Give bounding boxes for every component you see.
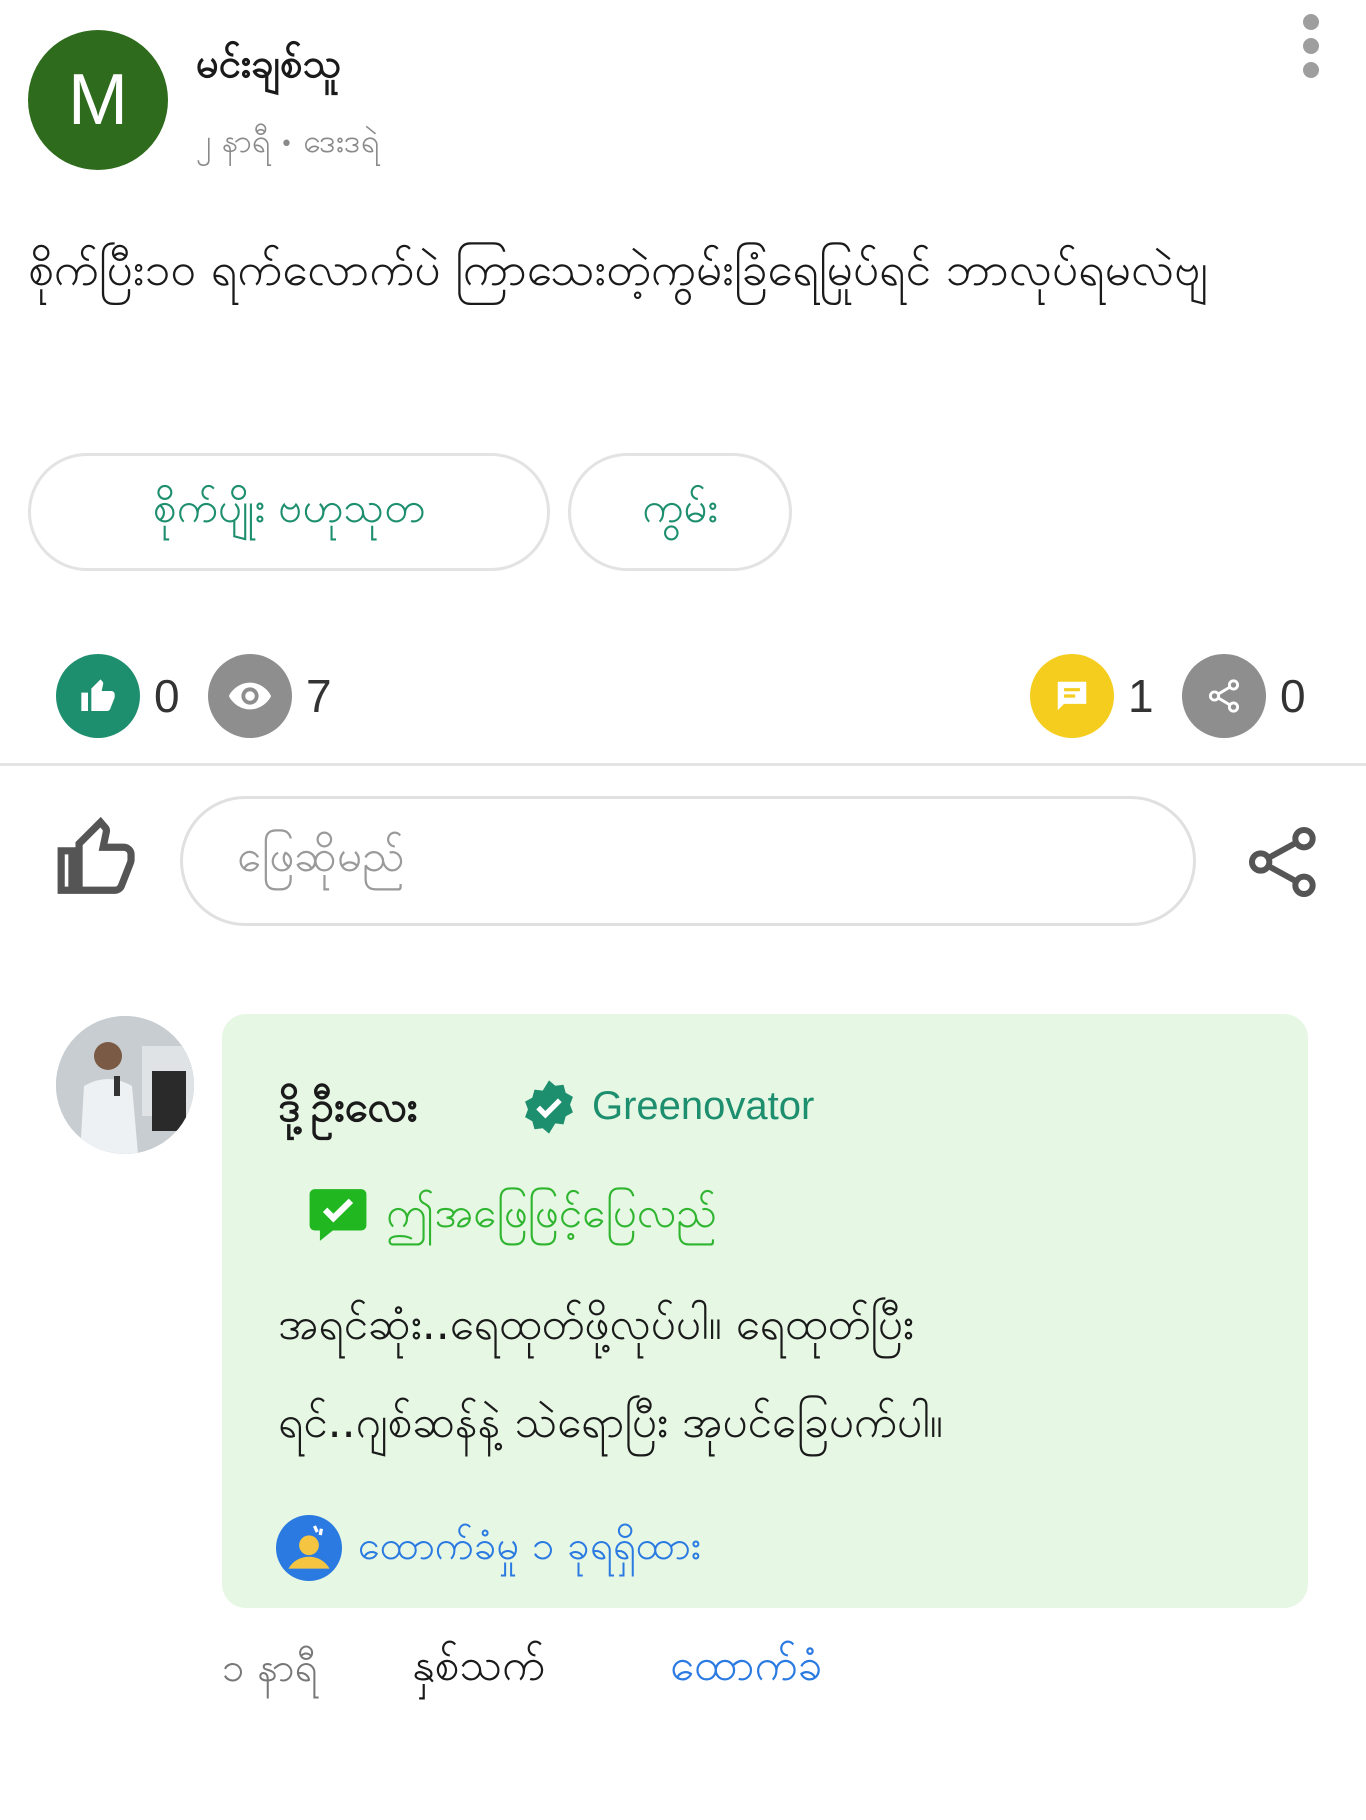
post-meta: ၂ နာရီ • ဒေးဒရဲ	[196, 120, 379, 168]
comment-icon	[1030, 654, 1114, 738]
answer-input-placeholder: ဖြေဆိုမည်	[237, 831, 405, 882]
endorse-icon	[276, 1515, 342, 1581]
author-avatar[interactable]: M	[28, 30, 168, 170]
view-count: 7	[306, 670, 332, 722]
comment-count-stat[interactable]: 1	[1030, 654, 1154, 738]
more-options-icon[interactable]	[1296, 14, 1326, 78]
tag-chip[interactable]: စိုက်ပျိုး ဗဟုသုတ	[28, 453, 550, 571]
comment-endorse-button[interactable]: ထောက်ခံ	[670, 1638, 822, 1702]
share-icon	[1182, 654, 1266, 738]
endorsements-link[interactable]: ထောက်ခံမှု ၁ ခုရရှိထား	[358, 1520, 701, 1579]
author-name[interactable]: မင်းချစ်သူ	[196, 38, 341, 97]
comment-like-button[interactable]: နှစ်သက်	[412, 1638, 545, 1702]
answer-input[interactable]: ဖြေဆိုမည်	[180, 796, 1196, 926]
share-outline-icon	[1249, 827, 1316, 897]
post-body: စိုက်ပြီး၁၀ ရက်လောက်ပဲ ကြာသေးတဲ့ကွမ်းခြံ…	[28, 242, 1208, 296]
post-location: ဒေးဒရဲ	[302, 122, 379, 160]
thumbs-up-outline-icon	[57, 816, 135, 894]
post-time: ၂ နာရီ	[196, 122, 270, 160]
share-button[interactable]	[1244, 822, 1324, 902]
meta-separator: •	[279, 131, 293, 157]
like-count-stat[interactable]: 0	[56, 654, 180, 738]
like-count: 0	[154, 670, 180, 722]
thumbs-up-icon	[56, 654, 140, 738]
share-count: 0	[1280, 670, 1306, 722]
comment-time: ၁ နာရီ	[222, 1645, 318, 1691]
verified-check-icon	[520, 1078, 578, 1136]
author-initial: M	[68, 60, 128, 140]
like-button[interactable]	[54, 815, 140, 901]
commenter-name[interactable]: ဒို့ဦးလေး	[278, 1080, 417, 1142]
accepted-answer-label: ဤအဖြေဖြင့်ပြေလည်	[386, 1188, 717, 1237]
tag-chip[interactable]: ကွမ်း	[568, 453, 792, 571]
view-count-stat: 7	[208, 654, 332, 738]
divider	[0, 763, 1366, 766]
commenter-badge: Greenovator	[592, 1084, 815, 1128]
share-count-stat[interactable]: 0	[1182, 654, 1306, 738]
accepted-answer-icon	[306, 1184, 370, 1246]
comment-text-line: အရင်ဆုံး..ရေထုတ်ဖို့လုပ်ပါ။ ရေထုတ်ပြီး	[278, 1299, 914, 1350]
comment-text: အရင်ဆုံး..ရေထုတ်ဖို့လုပ်ပါ။ ရေထုတ်ပြီး ရ…	[278, 1276, 1288, 1472]
commenter-avatar[interactable]	[56, 1016, 194, 1154]
comment-text-line: ရင်..ဂျစ်ဆန်နဲ့ သဲရောပြီး အုပင်ခြေပက်ပါ။	[278, 1397, 943, 1448]
comment-count: 1	[1128, 670, 1154, 722]
eye-icon	[208, 654, 292, 738]
